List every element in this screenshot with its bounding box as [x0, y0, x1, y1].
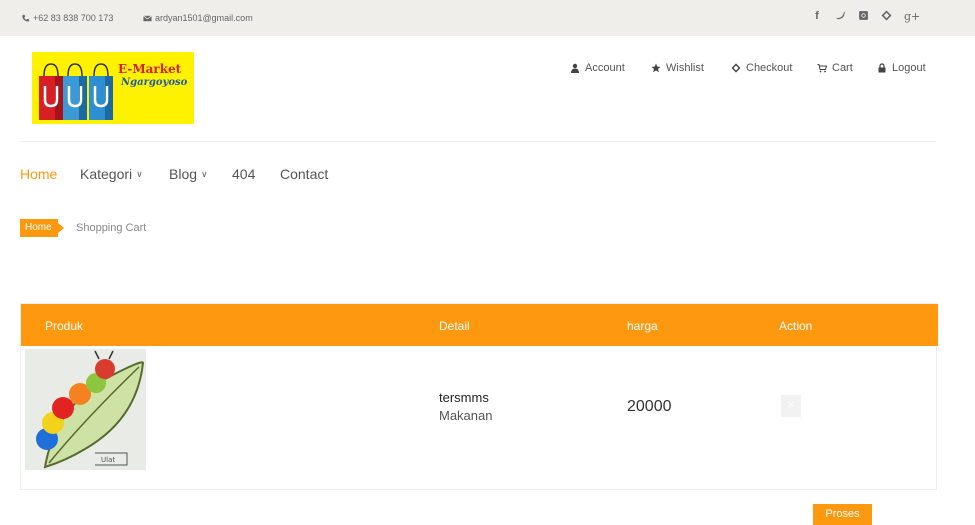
user-icon	[571, 63, 579, 73]
account-label: Account	[585, 62, 625, 74]
google-plus-icon[interactable]: g+	[904, 10, 920, 23]
product-price: 20000	[627, 398, 672, 415]
shopping-bag-icon	[39, 63, 63, 120]
product-image[interactable]: Ulat	[25, 349, 146, 470]
dribbble-icon[interactable]	[879, 10, 893, 24]
product-category: Makanan	[439, 408, 493, 423]
nav-home[interactable]: Home	[20, 166, 57, 182]
shopping-cart-icon	[817, 64, 827, 73]
header-harga: harga	[627, 319, 658, 333]
star-icon	[651, 63, 661, 73]
shopping-bag-icon	[63, 63, 87, 120]
breadcrumb-arrow	[58, 223, 64, 233]
envelope-icon	[143, 15, 152, 21]
wishlist-label: Wishlist	[666, 62, 704, 74]
site-logo[interactable]: E-Market Ngargoyoso	[32, 52, 194, 124]
email-address: ardyan1501@gmail.com	[155, 13, 253, 23]
header-action: Action	[779, 319, 813, 333]
checkout-link[interactable]: Checkout	[731, 62, 792, 74]
nav-contact[interactable]: Contact	[280, 166, 328, 182]
top-bar: +62 83 838 700 173 ardyan1501@gmail.com …	[0, 0, 975, 36]
phone-number: +62 83 838 700 173	[33, 13, 114, 23]
twitter-icon[interactable]	[833, 10, 847, 24]
header-detail: Detail	[439, 319, 470, 333]
crosshairs-icon	[731, 63, 741, 73]
product-name[interactable]: tersmms	[439, 390, 489, 405]
checkout-label: Checkout	[746, 62, 793, 74]
cart-table: Produk Detail harga Action Ulat tersmms …	[20, 303, 938, 490]
instagram-icon[interactable]	[856, 10, 870, 24]
nav-home-label: Home	[20, 166, 58, 182]
logout-link[interactable]: Logout	[877, 62, 926, 74]
nav-404-label: 404	[232, 166, 256, 182]
chevron-down-icon: ∨	[136, 168, 143, 179]
facebook-icon[interactable]: f	[810, 10, 824, 22]
cart-label: Cart	[832, 62, 853, 74]
wishlist-link[interactable]: Wishlist	[651, 62, 704, 74]
logout-label: Logout	[892, 62, 926, 74]
lock-icon	[878, 63, 886, 73]
contact-phone: +62 83 838 700 173	[21, 13, 113, 23]
shopping-bag-icon	[89, 63, 113, 120]
logo-title: E-Market	[118, 62, 182, 76]
header-produk: Produk	[45, 319, 84, 333]
cart-table-header: Produk Detail harga Action	[21, 304, 938, 346]
breadcrumb-current: Shopping Cart	[76, 222, 147, 234]
svg-text:Ulat: Ulat	[101, 456, 115, 464]
chevron-down-icon: ∨	[201, 168, 208, 179]
account-link[interactable]: Account	[570, 62, 625, 74]
contact-email: ardyan1501@gmail.com	[143, 13, 253, 23]
nav-contact-label: Contact	[280, 166, 329, 182]
breadcrumb-home[interactable]: Home	[20, 219, 58, 237]
nav-blog[interactable]: Blog ∨	[169, 166, 208, 182]
header-divider	[20, 141, 936, 142]
nav-404[interactable]: 404	[232, 166, 255, 182]
nav-blog-label: Blog	[169, 166, 198, 182]
delete-item-button[interactable]: ✕	[781, 395, 801, 417]
nav-kategori[interactable]: Kategori ∨	[80, 166, 143, 182]
proses-button[interactable]: Proses	[813, 504, 872, 525]
nav-kategori-label: Kategori	[80, 166, 133, 182]
cart-link[interactable]: Cart	[817, 62, 853, 74]
phone-icon	[22, 14, 30, 21]
logo-subtitle: Ngargoyoso	[121, 77, 188, 88]
